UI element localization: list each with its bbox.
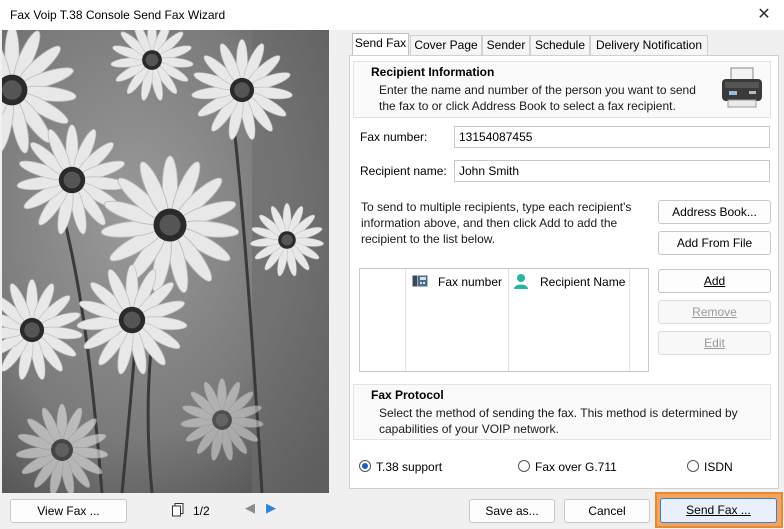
- tab-delivery-notification[interactable]: Delivery Notification: [590, 35, 708, 55]
- send-fax-label: Send Fax ...: [686, 503, 751, 517]
- fax-preview-image: [2, 30, 329, 493]
- title-bar: Fax Voip T.38 Console Send Fax Wizard ✕: [0, 0, 784, 30]
- g711-radio[interactable]: [518, 460, 530, 472]
- edit-label: Edit: [704, 336, 725, 350]
- recipient-info-description: Enter the name and number of the person …: [379, 83, 696, 113]
- tab-label: Schedule: [534, 38, 586, 52]
- add-button[interactable]: Add: [658, 269, 771, 293]
- recipient-info-title: Recipient Information: [371, 65, 495, 79]
- window-title: Fax Voip T.38 Console Send Fax Wizard: [10, 8, 226, 22]
- fax-protocol-description: Select the method of sending the fax. Th…: [379, 406, 738, 436]
- view-fax-button[interactable]: View Fax ...: [10, 499, 127, 523]
- tab-label: Cover Page: [414, 38, 478, 52]
- save-as-button[interactable]: Save as...: [469, 499, 555, 523]
- fax-number-column-icon: [412, 274, 428, 288]
- isdn-label[interactable]: ISDN: [704, 460, 733, 474]
- column-separator: [629, 269, 630, 371]
- t38-radio[interactable]: [359, 460, 371, 472]
- cancel-button[interactable]: Cancel: [564, 499, 650, 523]
- column-separator: [405, 269, 406, 371]
- tab-cover-page[interactable]: Cover Page: [410, 35, 482, 55]
- g711-label[interactable]: Fax over G.711: [535, 460, 617, 474]
- previous-page-icon[interactable]: ◀: [245, 500, 255, 516]
- person-icon: [513, 273, 529, 289]
- tab-label: Sender: [486, 38, 526, 52]
- remove-label: Remove: [692, 305, 737, 319]
- address-book-label: Address Book...: [672, 205, 757, 219]
- tab-label: Delivery Notification: [595, 38, 703, 52]
- t38-label[interactable]: T.38 support: [376, 460, 442, 474]
- next-page-icon[interactable]: ▶: [266, 500, 276, 516]
- fax-number-field[interactable]: 13154087455: [454, 126, 770, 148]
- add-label: Add: [703, 274, 726, 288]
- tab-schedule[interactable]: Schedule: [530, 35, 590, 55]
- page-icon: [172, 503, 184, 517]
- recipient-name-field[interactable]: John Smith: [454, 160, 770, 182]
- fax-protocol-title: Fax Protocol: [371, 388, 444, 402]
- fax-machine-icon: [719, 66, 765, 110]
- save-as-label: Save as...: [485, 504, 539, 518]
- address-book-button[interactable]: Address Book...: [658, 200, 771, 224]
- tab-sender[interactable]: Sender: [482, 35, 530, 55]
- fax-number-label: Fax number:: [360, 130, 428, 144]
- recipient-name-column-header[interactable]: Recipient Name: [540, 275, 625, 289]
- multi-recipient-hint: To send to multiple recipients, type eac…: [361, 200, 632, 246]
- column-separator: [508, 269, 509, 371]
- add-from-file-label: Add From File: [676, 236, 753, 250]
- cancel-label: Cancel: [588, 504, 626, 518]
- recipient-name-label: Recipient name:: [360, 164, 447, 178]
- send-fax-button[interactable]: Send Fax ...: [660, 498, 777, 523]
- close-icon[interactable]: ✕: [753, 4, 775, 26]
- add-from-file-button[interactable]: Add From File: [658, 231, 771, 255]
- edit-button[interactable]: Edit: [658, 331, 771, 355]
- page-indicator: 1/2: [193, 504, 210, 518]
- remove-button[interactable]: Remove: [658, 300, 771, 324]
- tab-send-fax[interactable]: Send Fax: [352, 33, 409, 56]
- tab-label: Send Fax: [354, 36, 407, 50]
- view-fax-label: View Fax ...: [37, 504, 100, 518]
- isdn-radio[interactable]: [687, 460, 699, 472]
- fax-number-column-header[interactable]: Fax number: [438, 275, 502, 289]
